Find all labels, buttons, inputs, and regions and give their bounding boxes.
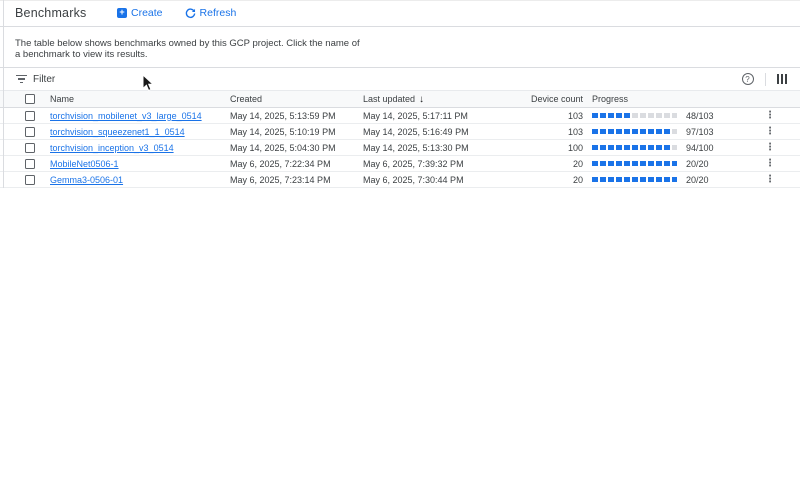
kebab-menu-icon[interactable]: ⋮	[765, 143, 775, 153]
column-header-device-count[interactable]: Device count	[470, 94, 583, 104]
benchmark-name-link[interactable]: MobileNet0506-1	[50, 159, 119, 169]
column-header-name[interactable]: Name	[50, 94, 230, 104]
refresh-button-label: Refresh	[200, 7, 237, 19]
table-row: Gemma3-0506-01 May 6, 2025, 7:23:14 PM M…	[0, 172, 800, 188]
create-plus-icon: +	[117, 8, 127, 18]
create-button-label: Create	[131, 7, 163, 19]
table-row: torchvision_inception_v3_0514 May 14, 20…	[0, 140, 800, 156]
benchmark-name-link[interactable]: torchvision_inception_v3_0514	[50, 143, 174, 153]
last-updated-cell: May 14, 2025, 5:13:30 PM	[363, 143, 470, 153]
mouse-cursor	[142, 74, 154, 97]
column-header-progress[interactable]: Progress	[583, 94, 740, 104]
table-toolbar: Filter ?	[0, 68, 800, 90]
create-button[interactable]: + Create	[117, 7, 163, 19]
benchmark-name-link[interactable]: torchvision_squeezenet1_1_0514	[50, 127, 185, 137]
progress-cell: 20/20	[583, 159, 740, 169]
row-checkbox[interactable]	[25, 111, 35, 121]
created-cell: May 6, 2025, 7:22:34 PM	[230, 159, 363, 169]
column-header-created[interactable]: Created	[230, 94, 363, 104]
sort-descending-icon: ↓	[419, 94, 424, 105]
created-cell: May 14, 2025, 5:10:19 PM	[230, 127, 363, 137]
progress-cell: 94/100	[583, 143, 740, 153]
page-header: Benchmarks + Create Refresh	[0, 0, 800, 27]
kebab-menu-icon[interactable]: ⋮	[765, 159, 775, 169]
refresh-icon	[185, 8, 196, 19]
page-description: The table below shows benchmarks owned b…	[0, 27, 800, 68]
select-all-checkbox[interactable]	[25, 94, 35, 104]
page-title: Benchmarks	[15, 6, 117, 20]
progress-cell: 48/103	[583, 111, 740, 121]
progress-bar	[592, 129, 677, 134]
device-count-cell: 100	[470, 143, 583, 153]
progress-label: 97/103	[686, 127, 714, 137]
last-updated-cell: May 14, 2025, 5:17:11 PM	[363, 111, 470, 121]
description-line-2: a benchmark to view its results.	[15, 50, 785, 61]
row-checkbox[interactable]	[25, 175, 35, 185]
header-checkbox-cell	[0, 94, 50, 104]
device-count-cell: 20	[470, 175, 583, 185]
row-checkbox[interactable]	[25, 143, 35, 153]
last-updated-cell: May 6, 2025, 7:39:32 PM	[363, 159, 470, 169]
left-edge-divider	[3, 0, 4, 188]
progress-label: 20/20	[686, 175, 709, 185]
last-updated-cell: May 6, 2025, 7:30:44 PM	[363, 175, 470, 185]
description-line-1: The table below shows benchmarks owned b…	[15, 39, 785, 50]
toolbar-divider	[765, 73, 766, 86]
last-updated-label: Last updated	[363, 94, 415, 104]
kebab-menu-icon[interactable]: ⋮	[765, 111, 775, 121]
progress-label: 94/100	[686, 143, 714, 153]
last-updated-cell: May 14, 2025, 5:16:49 PM	[363, 127, 470, 137]
device-count-cell: 20	[470, 159, 583, 169]
column-display-icon[interactable]	[777, 74, 788, 84]
column-header-last-updated[interactable]: Last updated ↓	[363, 94, 470, 105]
top-edge-divider	[0, 0, 800, 1]
progress-label: 20/20	[686, 159, 709, 169]
device-count-cell: 103	[470, 111, 583, 121]
refresh-button[interactable]: Refresh	[185, 7, 237, 19]
kebab-menu-icon[interactable]: ⋮	[765, 127, 775, 137]
progress-cell: 97/103	[583, 127, 740, 137]
kebab-menu-icon[interactable]: ⋮	[765, 175, 775, 185]
row-checkbox[interactable]	[25, 159, 35, 169]
filter-label: Filter	[33, 74, 55, 85]
created-cell: May 6, 2025, 7:23:14 PM	[230, 175, 363, 185]
benchmark-name-link[interactable]: torchvision_mobilenet_v3_large_0514	[50, 111, 202, 121]
table-row: torchvision_squeezenet1_1_0514 May 14, 2…	[0, 124, 800, 140]
help-icon[interactable]: ?	[742, 73, 754, 85]
row-checkbox[interactable]	[25, 127, 35, 137]
filter-button[interactable]: Filter	[16, 74, 55, 85]
device-count-cell: 103	[470, 127, 583, 137]
created-cell: May 14, 2025, 5:04:30 PM	[230, 143, 363, 153]
table-row: torchvision_mobilenet_v3_large_0514 May …	[0, 108, 800, 124]
progress-cell: 20/20	[583, 175, 740, 185]
benchmark-name-link[interactable]: Gemma3-0506-01	[50, 175, 123, 185]
benchmarks-page: Benchmarks + Create Refresh The table be…	[0, 0, 800, 503]
table-row: MobileNet0506-1 May 6, 2025, 7:22:34 PM …	[0, 156, 800, 172]
filter-icon	[16, 75, 27, 84]
progress-bar	[592, 145, 677, 150]
progress-bar	[592, 177, 677, 182]
table-header: Name Created Last updated ↓ Device count…	[0, 90, 800, 108]
created-cell: May 14, 2025, 5:13:59 PM	[230, 111, 363, 121]
progress-label: 48/103	[686, 111, 714, 121]
progress-bar	[592, 161, 677, 166]
progress-bar	[592, 113, 677, 118]
